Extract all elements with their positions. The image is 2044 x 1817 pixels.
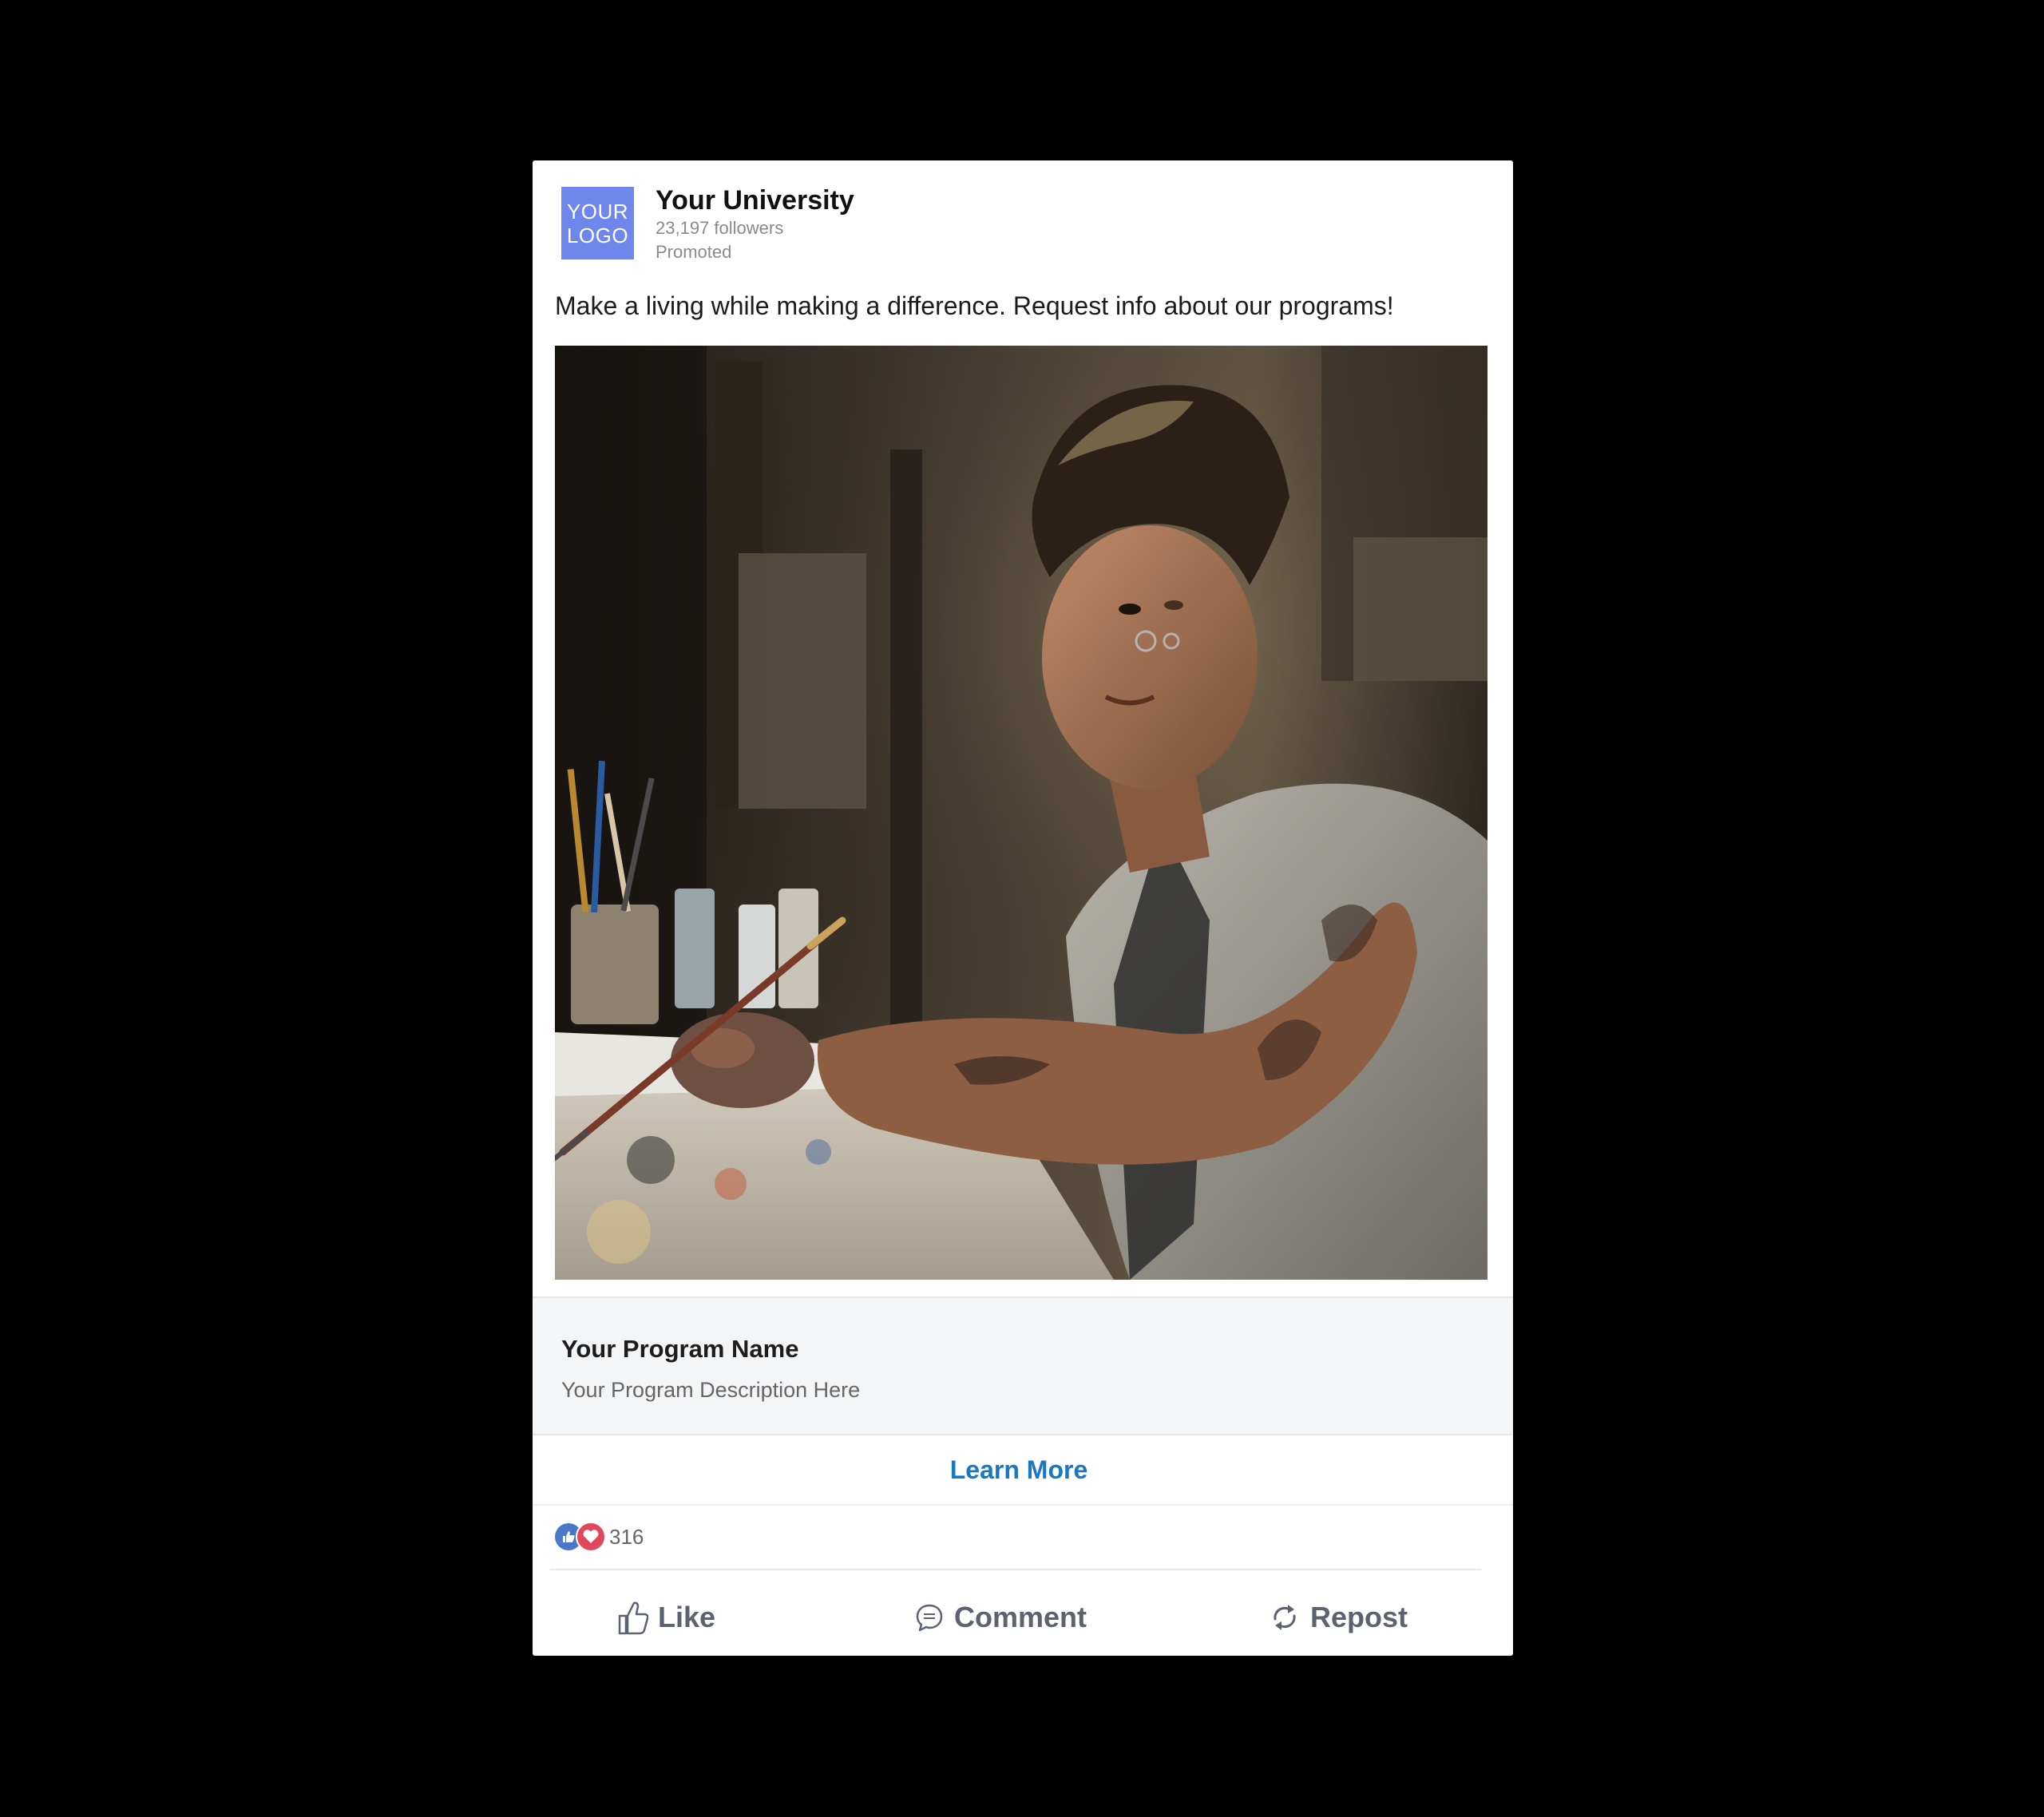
logo-text-line2: LOGO	[566, 223, 629, 247]
thumbs-up-icon	[618, 1601, 648, 1635]
heart-icon	[576, 1522, 606, 1552]
comment-button[interactable]: Comment	[914, 1589, 1087, 1645]
follower-count: 23,197 followers	[656, 218, 784, 238]
painter-photo-illustration	[555, 346, 1487, 1280]
repost-icon	[1274, 1605, 1296, 1630]
action-divider	[550, 1569, 1481, 1570]
reaction-count: 316	[609, 1524, 644, 1549]
learn-more-button[interactable]: Learn More	[533, 1435, 1513, 1506]
repost-label: Repost	[1310, 1601, 1408, 1633]
program-info-box[interactable]: Your Program Name Your Program Descripti…	[533, 1296, 1513, 1435]
repost-button[interactable]: Repost	[1269, 1589, 1408, 1645]
comment-label: Comment	[954, 1601, 1087, 1633]
company-logo[interactable]: YOUR LOGO	[561, 187, 634, 259]
reactions-summary[interactable]: 316	[555, 1521, 644, 1553]
post-text: Make a living while making a difference.…	[555, 291, 1394, 320]
learn-more-label: Learn More	[949, 1455, 1088, 1484]
post-image[interactable]	[555, 346, 1487, 1280]
post-action-bar: Like Comment Repost	[533, 1589, 1513, 1645]
program-name: Your Program Name	[561, 1335, 799, 1363]
program-description: Your Program Description Here	[561, 1378, 861, 1402]
post-meta: Your University 23,197 followers Promote…	[656, 184, 854, 264]
post-header: YOUR LOGO Your University 23,197 followe…	[561, 184, 854, 264]
thumbs-up-glyph	[563, 1531, 575, 1542]
logo-text-line1: YOUR	[566, 199, 629, 224]
reaction-icons	[555, 1522, 608, 1552]
heart-glyph	[583, 1530, 599, 1543]
sponsored-post-card: YOUR LOGO Your University 23,197 followe…	[533, 160, 1513, 1656]
like-label: Like	[658, 1601, 716, 1633]
organization-name[interactable]: Your University	[656, 184, 854, 216]
like-button[interactable]: Like	[616, 1589, 715, 1645]
comment-icon	[916, 1604, 943, 1632]
promoted-label: Promoted	[656, 242, 732, 262]
